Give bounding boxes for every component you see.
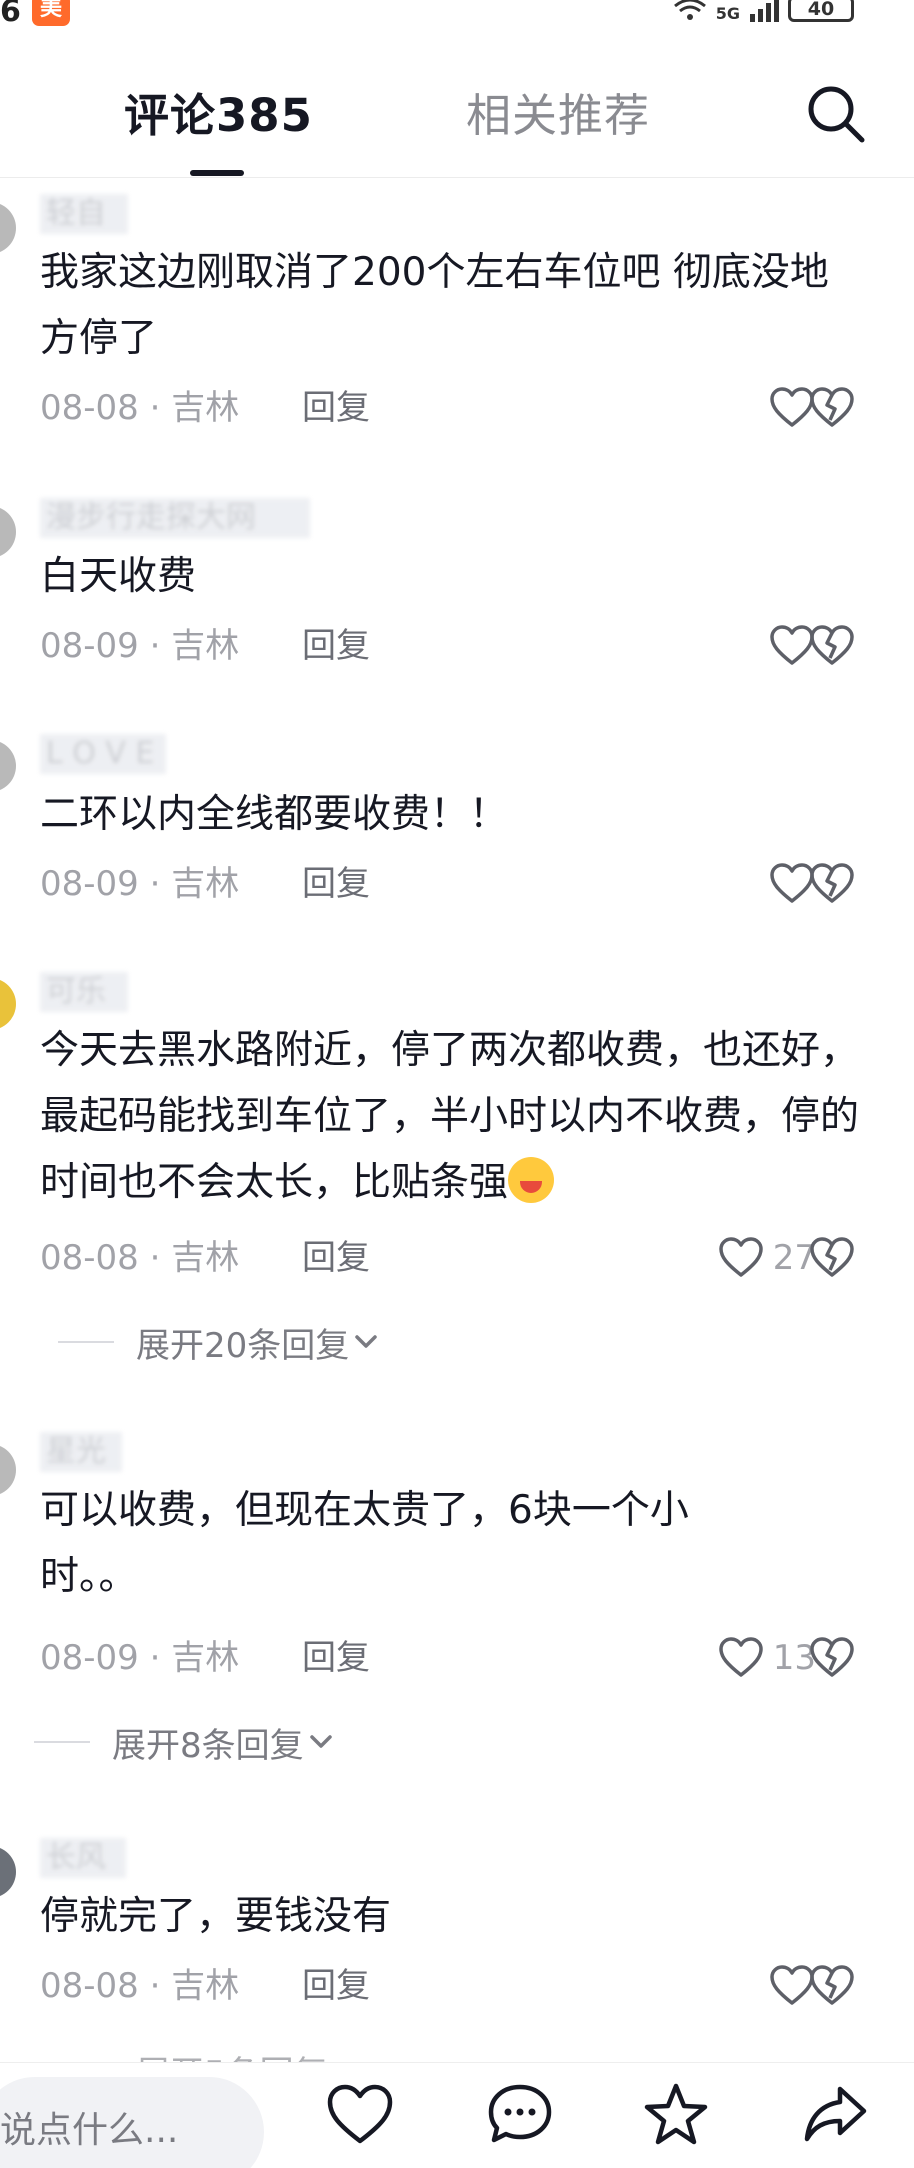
comment-text: 今天去黑水路附近，停了两次都收费，也还好，最起码能找到车位了，半小时以内不收费，…	[40, 1018, 860, 1216]
comment-meta: 08-09 · 吉林	[40, 626, 240, 666]
comment-meta: 08-09 · 吉林	[40, 864, 240, 904]
avatar[interactable]	[0, 740, 16, 792]
reply-button[interactable]: 回复	[302, 1636, 370, 1680]
wifi-icon	[673, 0, 706, 20]
reply-button[interactable]: 回复	[302, 1236, 370, 1280]
avatar[interactable]	[0, 506, 16, 558]
heart-icon	[327, 2084, 393, 2144]
reply-button[interactable]: 回复	[302, 1964, 370, 2008]
comment-text: 二环以内全线都要收费！！	[40, 792, 509, 837]
network-type: 5G	[715, 4, 740, 23]
broken-heart-icon[interactable]	[808, 1634, 856, 1682]
status-indicators: 5G 40	[672, 0, 854, 22]
comment-username[interactable]: L O V E	[40, 734, 166, 774]
star-icon	[644, 2083, 708, 2145]
comment-meta: 08-08 · 吉林	[40, 1966, 240, 2006]
battery-indicator: 40	[788, 0, 854, 22]
app-notification-icon: 美	[32, 0, 70, 26]
share-button[interactable]: 234	[796, 2079, 876, 2168]
signal-icon	[750, 0, 779, 22]
comment-button[interactable]: 385	[480, 2079, 560, 2168]
broken-heart-icon[interactable]	[808, 622, 856, 670]
favorite-button[interactable]: 19	[636, 2079, 716, 2168]
comment-meta: 08-08 · 吉林	[40, 1238, 240, 1278]
reply-button[interactable]: 回复	[302, 624, 370, 668]
tab-comments[interactable]: 评论385	[124, 88, 313, 144]
bottom-action-bar: 说点什么... 837 385 19 234	[0, 2062, 914, 2168]
comment-username[interactable]: 轻自	[40, 194, 128, 234]
reply-button[interactable]: 回复	[302, 862, 370, 906]
avatar[interactable]	[0, 202, 16, 254]
cry-laugh-emoji	[508, 1157, 555, 1203]
comment-text: 可以收费，但现在太贵了，6块一个小时。。	[40, 1488, 689, 1599]
share-arrow-icon	[804, 2086, 867, 2142]
expand-replies-button[interactable]: 展开8条回复	[34, 1720, 338, 1766]
comment-username[interactable]: 可乐	[40, 972, 128, 1012]
broken-heart-icon[interactable]	[808, 1962, 856, 2010]
search-icon[interactable]	[800, 78, 872, 150]
avatar[interactable]	[0, 1846, 16, 1898]
comment-text: 停就完了，要钱没有	[40, 1894, 392, 1939]
chevron-down-icon	[309, 1735, 332, 1748]
broken-heart-icon[interactable]	[808, 860, 856, 908]
comment-username[interactable]: 星光	[40, 1432, 122, 1472]
tab-recommend[interactable]: 相关推荐	[466, 88, 650, 144]
status-bar: 6 美 5G 40	[0, 0, 914, 30]
expand-replies-button[interactable]: 展开20条回复	[58, 1320, 383, 1366]
comment-text: 我家这边刚取消了200个左右车位吧 彻底没地方停了	[40, 250, 829, 361]
comment-text: 白天收费	[40, 554, 197, 599]
reply-button[interactable]: 回复	[302, 386, 370, 430]
broken-heart-icon[interactable]	[808, 1234, 856, 1282]
expand-replies-label: 展开8条回复	[112, 1725, 304, 1766]
comment-bubble-icon	[488, 2084, 552, 2143]
comment-meta: 08-08 · 吉林	[40, 388, 240, 428]
comment-input[interactable]: 说点什么...	[0, 2077, 264, 2168]
status-time: 6	[0, 0, 21, 29]
comment-username[interactable]: 长风	[40, 1838, 126, 1878]
chevron-down-icon	[355, 1335, 378, 1348]
like-video-button[interactable]: 837	[320, 2079, 400, 2168]
like-button[interactable]: 27	[717, 1234, 816, 1282]
expand-divider	[34, 1741, 90, 1743]
avatar[interactable]	[0, 1444, 16, 1496]
like-button[interactable]: 13	[717, 1634, 816, 1682]
avatar[interactable]	[0, 978, 16, 1030]
comment-text-body: 今天去黑水路附近，停了两次都收费，也还好，最起码能找到车位了，半小时以内不收费，…	[40, 1028, 860, 1205]
active-tab-indicator	[190, 170, 244, 176]
expand-divider	[58, 1341, 114, 1343]
heart-icon	[718, 1237, 763, 1277]
tab-bar: 评论385 相关推荐	[0, 60, 914, 178]
broken-heart-icon[interactable]	[808, 384, 856, 432]
comment-meta: 08-09 · 吉林	[40, 1638, 240, 1678]
comment-username[interactable]: 漫步行走探大网	[40, 498, 310, 538]
expand-replies-label: 展开20条回复	[136, 1325, 350, 1366]
heart-icon	[718, 1637, 763, 1677]
